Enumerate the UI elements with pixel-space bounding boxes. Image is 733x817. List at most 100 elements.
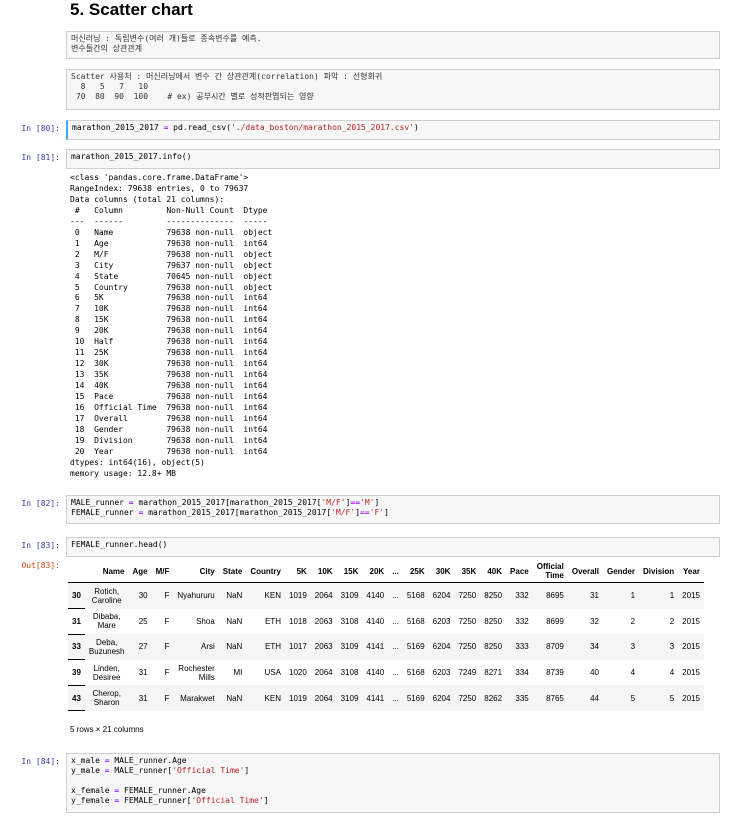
md-line: 8 5 7 10	[71, 82, 149, 91]
output-prompt: Out[83]:	[21, 561, 60, 570]
table-cell: 8250	[484, 616, 503, 626]
table-cell: 335	[506, 685, 533, 711]
operator: ==	[360, 508, 370, 517]
code-text: marathon_2015_2017.info()	[71, 152, 192, 161]
table-cell: 44	[567, 685, 603, 711]
column-header: Country	[246, 560, 285, 583]
column-header: State	[218, 560, 247, 583]
column-header: 15K	[336, 560, 363, 583]
table-cell: 8739	[546, 668, 564, 678]
table-cell: Rochester Mills	[178, 663, 215, 682]
code-text: MALE_runner	[71, 498, 129, 507]
table-cell: 1019	[285, 685, 311, 711]
input-prompt: In [83]:	[21, 541, 60, 550]
table-cell: Cherop, Sharon	[84, 685, 129, 711]
string-literal: 'M'	[360, 498, 375, 507]
table-cell: 2064	[310, 582, 337, 609]
table-cell: 8765	[532, 685, 568, 711]
table-cell: 25	[138, 616, 148, 626]
table-cell: 1020	[289, 668, 307, 678]
table-cell: 8262	[480, 685, 507, 711]
code-text: marathon_2015_2017[marathon_2015_2017[	[133, 498, 322, 507]
input-prompt: In [82]:	[21, 499, 60, 508]
table-cell: 2064	[314, 668, 333, 678]
table-cell: 3109	[336, 634, 363, 660]
column-header: Gender	[603, 560, 640, 583]
code-text: MALE_runner.Age	[109, 756, 187, 765]
code-cell-81[interactable]: marathon_2015_2017.info()	[66, 149, 720, 169]
table-cell: 3	[603, 634, 640, 660]
code-text: ]	[374, 498, 380, 507]
table-cell: 8709	[532, 634, 568, 660]
column-header: 35K	[454, 560, 481, 583]
table-cell: NaN	[226, 616, 243, 626]
code-cell-84[interactable]: x_male = MALE_runner.Age y_male = MALE_r…	[66, 753, 720, 813]
row-index: 31	[68, 608, 85, 635]
column-header: M/F	[151, 560, 174, 583]
table-cell: F	[151, 685, 174, 711]
column-header: Official Time	[532, 560, 568, 583]
column-header: 40K	[480, 560, 507, 583]
table-cell: F	[164, 616, 170, 626]
table-cell: ...	[392, 668, 399, 678]
string-literal: './data_boston/marathon_2015_2017.csv'	[230, 123, 414, 132]
table-cell: 4	[630, 668, 636, 678]
md-line: 변수들간의 상관관계	[71, 44, 143, 53]
table-cell: 30	[128, 582, 152, 609]
table-cell: 1	[639, 582, 679, 609]
code-cell-83[interactable]: FEMALE_runner.head()	[66, 537, 720, 557]
string-literal: 'M/F'	[321, 498, 346, 507]
table-cell: 27	[128, 634, 152, 660]
table-row: 33 Deba, Buzunesh 27 F Arsi NaN ETH 1017 2063 310…	[68, 634, 704, 661]
table-cell: 5169	[402, 685, 429, 711]
table-cell: 1017	[285, 634, 311, 660]
table-row: 43 Cherop, Sharon 31 F Marakwet NaN KEN 1019 206…	[68, 685, 704, 712]
table-cell: 3109	[336, 582, 363, 609]
column-header: Age	[128, 560, 152, 583]
table-cell: KEN	[246, 685, 285, 711]
table-cell: 7250	[454, 582, 481, 609]
code-text: y_female	[71, 796, 115, 805]
table-cell: 1	[603, 582, 640, 609]
table-cell: 2064	[310, 685, 337, 711]
string-literal: 'F'	[369, 508, 385, 517]
code-cell-82[interactable]: MALE_runner = marathon_2015_2017[maratho…	[66, 495, 720, 524]
table-cell: 7250	[454, 634, 481, 660]
markdown-cell-scatter[interactable]: Scatter 사용처 : 머신러닝에서 변수 간 상관관계(correlati…	[66, 69, 720, 110]
column-header: 5K	[285, 560, 311, 583]
table-cell: ...	[388, 685, 403, 711]
table-cell: ...	[388, 582, 403, 609]
input-prompt: In [80]:	[21, 124, 60, 133]
table-cell: Nyahururu	[173, 582, 219, 609]
table-cell: 332	[515, 616, 529, 626]
code-text: ]	[263, 796, 269, 805]
input-prompt: In [81]:	[21, 153, 60, 162]
table-cell: MI	[233, 668, 243, 678]
table-cell: 5168	[402, 582, 429, 609]
code-text: )	[414, 123, 419, 132]
table-cell: ETH	[265, 616, 281, 626]
table-cell: 6203	[432, 668, 451, 678]
table-cell: 4141	[362, 685, 389, 711]
string-literal: 'Official Time'	[191, 796, 264, 805]
operator: ==	[350, 498, 361, 507]
column-header: ...	[388, 560, 403, 583]
table-cell: 7250	[458, 616, 477, 626]
markdown-cell-ml[interactable]: 머신러닝 : 독립변수(여러 개)들로 종속변수를 예측. 변수들간의 상관관계	[66, 31, 720, 59]
table-cell: 31	[567, 582, 603, 609]
table-cell: 8250	[480, 582, 507, 609]
table-cell: 5	[639, 685, 679, 711]
code-text: x_female	[71, 786, 115, 795]
table-cell: 40	[590, 668, 599, 678]
table-cell: 5168	[406, 616, 425, 626]
table-cell: 3	[639, 634, 679, 660]
table-cell: 4140	[366, 668, 385, 678]
table-cell: 7249	[458, 668, 477, 678]
table-cell: 32	[590, 616, 599, 626]
table-cell: F	[151, 634, 174, 660]
table-cell: 2015	[682, 616, 700, 626]
row-index: 30	[68, 582, 85, 610]
table-cell: 8695	[532, 582, 568, 609]
code-cell-80[interactable]: marathon_2015_2017 = pd.read_csv('./data…	[66, 120, 720, 140]
column-header: Overall	[567, 560, 603, 583]
